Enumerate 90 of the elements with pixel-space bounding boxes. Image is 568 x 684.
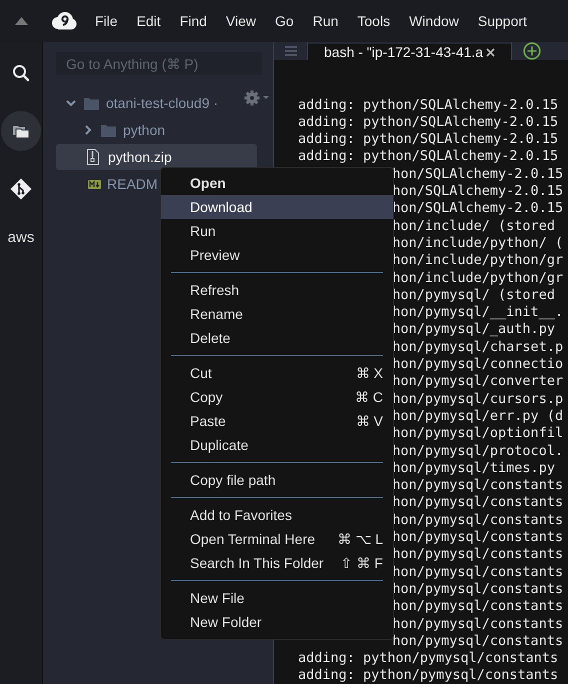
context-menu-item[interactable]: New File	[161, 586, 393, 610]
terminal-line: adding: python/pymysql/constants	[298, 650, 558, 668]
terminal-line: hon/include/ (stored	[392, 218, 555, 235]
file-name: python.zip	[108, 149, 172, 165]
menu-item[interactable]: Tools	[357, 11, 390, 31]
terminal-line: hon/pymysql/err.py (d	[392, 408, 564, 426]
context-menu-item[interactable]: New Folder	[161, 610, 393, 634]
menu-item[interactable]: Support	[478, 11, 527, 31]
menu-item[interactable]: Edit	[136, 11, 161, 31]
context-menu-item[interactable]: Add to Favorites	[161, 503, 393, 527]
context-menu-item[interactable]: Cut ⌘ X	[161, 361, 393, 385]
menu-item[interactable]: Window	[409, 11, 459, 31]
context-menu-item[interactable]: Open Terminal Here ⌘ ⌥ L	[161, 527, 393, 551]
terminal-line: adding: python/SQLAlchemy-2.0.15	[298, 96, 558, 114]
terminal-line: hon/pymysql/constants	[392, 529, 564, 546]
terminal-line: adding: python/SQLAlchemy-2.0.15	[298, 131, 558, 148]
menu-item[interactable]: Find	[180, 11, 207, 31]
terminal-line: hon/include/python/gr	[392, 270, 564, 287]
terminal-line: hon/pymysql/constants	[392, 494, 564, 512]
terminal-line: hon/pymysql/protocol.	[392, 442, 564, 460]
terminal-line: hon/include/python/gr	[392, 252, 564, 270]
shortcut-label: ⌘ C	[355, 389, 383, 405]
context-menu-item[interactable]: Copy file path	[161, 468, 393, 492]
file-name: python	[123, 122, 166, 138]
terminal-line: hon/pymysql/cursors.p	[392, 390, 564, 408]
cloud-logo-icon	[51, 12, 77, 30]
terminal-line: hon/include/python/ (	[392, 234, 564, 252]
search-field[interactable]: Go to Anything (⌘ P)	[56, 52, 262, 75]
aws-button[interactable]: aws	[8, 225, 34, 249]
terminal-line: hon/pymysql/constants	[392, 580, 564, 598]
terminal-line: hon/pymysql/ (stored	[392, 286, 555, 304]
terminal-line: hon/pymysql/converter	[392, 373, 564, 391]
context-menu-item[interactable]: Refresh	[161, 278, 393, 302]
context-menu-item[interactable]: Copy ⌘ C	[161, 385, 393, 409]
terminal-line: adding: python/SQLAlchemy-2.0.15	[298, 148, 558, 166]
terminal-tab[interactable]: bash - "ip-172-31-43-41.a	[308, 44, 511, 60]
shortcut-label: ⌘ V	[356, 413, 383, 429]
file-name: READM	[107, 176, 158, 192]
git-icon	[10, 178, 32, 200]
terminal-line: adding: python/pymysql/constants	[298, 667, 558, 684]
terminal-line: hon/SQLAlchemy-2.0.15	[392, 183, 564, 200]
markdown-icon	[88, 180, 101, 188]
menu-item[interactable]: Run	[312, 11, 338, 31]
menu-icon	[284, 46, 296, 56]
terminal-line: hon/pymysql/constants	[392, 564, 564, 581]
caret-down-icon[interactable]	[66, 98, 76, 108]
collapse-icon[interactable]	[15, 17, 28, 25]
terminal-line: hon/pymysql/constants	[392, 477, 564, 494]
terminal-line: hon/SQLAlchemy-2.0.15	[392, 200, 564, 218]
file-row[interactable]: python	[56, 117, 257, 143]
close-icon[interactable]	[486, 48, 496, 56]
terminal-line: hon/pymysql/constants	[392, 546, 564, 564]
context-menu-item[interactable]: Duplicate	[161, 433, 393, 457]
context-menu-item[interactable]: Rename	[161, 302, 393, 326]
context-menu-item[interactable]: Run	[161, 219, 393, 243]
terminal-line: adding: python/SQLAlchemy-2.0.15	[298, 114, 558, 132]
shortcut-label: ⌘ ⌥ L	[337, 531, 383, 547]
shortcut-label: ⌘ X	[356, 365, 383, 381]
terminal-line: hon/pymysql/times.py	[392, 460, 555, 478]
menu-item[interactable]: View	[226, 11, 256, 31]
file-row[interactable]: python.zip	[56, 144, 257, 170]
zip-file-icon	[87, 149, 99, 165]
caret-right-icon[interactable]	[83, 125, 93, 135]
folder-icon	[84, 96, 99, 110]
terminal-line: hon/pymysql/optionfil	[392, 425, 564, 443]
context-menu-item[interactable]: Delete	[161, 326, 393, 350]
files-button[interactable]	[1, 111, 41, 151]
folder-name[interactable]: otani-test-cloud9 ·	[106, 95, 218, 111]
context-menu-item[interactable]: Search In This Folder ⇧ ⌘ F	[161, 551, 393, 575]
terminal-line: hon/pymysql/constants	[392, 616, 564, 633]
files-icon	[13, 124, 29, 138]
context-menu-item[interactable]: Paste ⌘ V	[161, 409, 393, 433]
terminal-line: hon/pymysql/__init__.	[392, 304, 564, 322]
search-icon	[12, 64, 30, 82]
terminal-line: hon/pymysql/connectio	[392, 356, 564, 374]
terminal-line: hon/SQLAlchemy-2.0.15	[392, 166, 564, 184]
context-menu-item[interactable]: Download	[161, 195, 393, 219]
settings-icon[interactable]	[244, 90, 270, 106]
terminal-line: hon/pymysql/constants	[392, 512, 564, 530]
plus-icon	[522, 42, 540, 60]
menu-item[interactable]: Go	[275, 11, 294, 31]
terminal-line: hon/pymysql/charset.p	[392, 338, 564, 356]
shortcut-label: ⇧ ⌘ F	[340, 555, 383, 571]
menu-item[interactable]: File	[95, 11, 118, 31]
context-menu-item[interactable]: Open	[161, 171, 393, 195]
terminal-line: hon/pymysql/constants	[392, 598, 564, 616]
folder-icon	[101, 124, 116, 136]
context-menu-item[interactable]: Preview	[161, 243, 393, 267]
terminal-line: hon/pymysql/_auth.py	[392, 321, 555, 339]
terminal-line: hon/pymysql/constants	[392, 632, 564, 650]
